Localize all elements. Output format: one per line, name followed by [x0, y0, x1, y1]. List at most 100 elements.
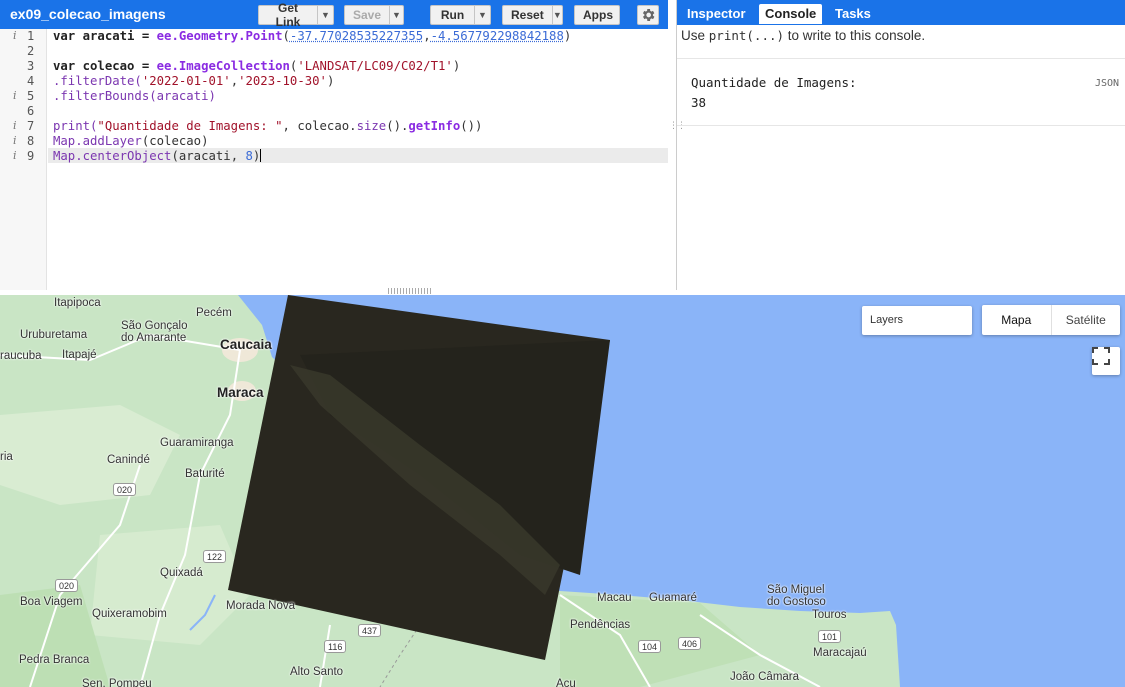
tab-inspector[interactable]: Inspector: [681, 4, 752, 24]
gutter-line: i9: [0, 149, 47, 164]
road-shield: 437: [358, 624, 382, 637]
code-token: Map.centerObject: [53, 149, 172, 163]
road-shield: 406: [678, 637, 702, 650]
road-shield: 020: [113, 483, 137, 496]
place-label: Maraca: [217, 385, 264, 400]
right-panel: Inspector Console Tasks Use print(...) t…: [676, 0, 1125, 290]
place-label: Morada Nova: [226, 600, 296, 612]
console-hint: Use print(...) to write to this console.: [681, 28, 925, 43]
code-token: .filterBounds(aracati): [53, 89, 216, 103]
fullscreen-icon: [1092, 347, 1110, 365]
vertical-resize-handle[interactable]: ⋮⋮: [669, 120, 686, 134]
place-label: Uruburetama: [20, 329, 88, 341]
gutter-line: 2: [0, 44, 47, 59]
map-canvas: [0, 295, 900, 687]
run-button[interactable]: Run ▼: [430, 5, 491, 25]
script-name[interactable]: ex09_colecao_imagens: [10, 6, 166, 22]
save-label: Save: [353, 8, 382, 22]
code-token: var aracati =: [53, 29, 157, 43]
reset-button[interactable]: Reset ▼: [502, 5, 563, 25]
map-type-satelite[interactable]: Satélite: [1052, 305, 1121, 335]
chevron-down-icon[interactable]: ▼: [551, 6, 562, 24]
place-label: Maracajaú: [813, 647, 867, 659]
top-panels: ex09_colecao_imagens Get Link ▼ Save ▼ R…: [0, 0, 1125, 294]
settings-button[interactable]: [637, 5, 659, 25]
code-token: , colecao.: [282, 119, 357, 133]
horizontal-resize-handle[interactable]: [388, 288, 432, 294]
info-icon[interactable]: i: [13, 119, 17, 132]
code-token: (aracati,: [171, 149, 246, 163]
code-token: ee.ImageCollection: [156, 59, 290, 73]
code-token: ()): [460, 119, 483, 133]
place-label: Acu: [556, 678, 576, 687]
code-line-9[interactable]: Map.centerObject(aracati, 8): [53, 149, 262, 164]
code-line-1[interactable]: var aracati = ee.Geometry.Point(-37.7702…: [53, 29, 571, 44]
get-link-label: Get Link: [275, 1, 301, 29]
gutter-line: i5: [0, 89, 47, 104]
tab-console[interactable]: Console: [759, 4, 823, 24]
code-token: '2022-01-01': [141, 74, 231, 88]
map-type-mapa[interactable]: Mapa: [982, 305, 1052, 335]
gutter-line: 6: [0, 104, 47, 119]
code-line-5[interactable]: .filterBounds(aracati): [53, 89, 216, 104]
map-type-toggle: Mapa Satélite: [982, 305, 1120, 335]
code-line-7[interactable]: print("Quantidade de Imagens: ", colecao…: [53, 119, 482, 134]
code-token: ,: [230, 74, 239, 88]
tab-tasks[interactable]: Tasks: [829, 4, 877, 24]
place-label: Caucaia: [220, 337, 272, 352]
code-area[interactable]: i1 2 3 4 i5 6 i7 i8 i9 var aracati = ee.…: [0, 29, 668, 290]
layers-control[interactable]: Layers: [862, 306, 972, 335]
apps-button[interactable]: Apps: [574, 5, 620, 25]
code-token: 8: [245, 149, 253, 163]
code-token: getInfo: [408, 119, 461, 133]
road-shield: 122: [203, 550, 227, 563]
json-button[interactable]: JSON: [1095, 78, 1119, 89]
chevron-down-icon[interactable]: ▼: [474, 6, 490, 24]
code-token: size: [356, 119, 387, 133]
code-token: ): [452, 59, 461, 73]
console-output-label: Quantidade de Imagens:: [691, 75, 857, 90]
place-label: do Amarante: [121, 332, 187, 344]
place-label: do Gostoso: [767, 596, 826, 608]
code-token: ,: [423, 29, 431, 43]
info-icon[interactable]: i: [13, 134, 17, 147]
info-icon[interactable]: i: [13, 149, 17, 162]
place-label: Touros: [812, 609, 847, 621]
line-number: 1: [27, 29, 35, 43]
place-label: Pecém: [196, 307, 232, 319]
gutter-line: 3: [0, 59, 47, 74]
get-link-button[interactable]: Get Link ▼: [258, 1, 334, 29]
code-line-8[interactable]: Map.addLayer(colecao): [53, 134, 208, 149]
code-token: (colecao): [141, 134, 209, 148]
chevron-down-icon[interactable]: ▼: [389, 6, 403, 24]
code-token: -4.567792298842188: [430, 29, 564, 43]
line-number: 5: [27, 89, 35, 103]
road-shield: 101: [818, 630, 842, 643]
info-icon[interactable]: i: [13, 89, 17, 102]
layers-label: Layers: [870, 314, 904, 326]
fullscreen-button[interactable]: [1092, 347, 1120, 375]
save-button[interactable]: Save ▼: [344, 5, 404, 25]
code-token: (: [282, 29, 290, 43]
info-icon[interactable]: i: [13, 29, 17, 42]
code-token: -37.77028535227355: [289, 29, 424, 43]
place-label: Itapajé: [62, 349, 97, 361]
code-line-3[interactable]: var colecao = ee.ImageCollection('LANDSA…: [53, 59, 460, 74]
code-line-4[interactable]: .filterDate('2022-01-01','2023-10-30'): [53, 74, 334, 89]
line-number: 8: [27, 134, 35, 148]
gutter-line: 4: [0, 74, 47, 89]
apps-label: Apps: [583, 8, 613, 22]
hint-code: print(...): [708, 28, 785, 43]
chevron-down-icon[interactable]: ▼: [317, 6, 333, 24]
place-label: São Gonçalo: [121, 320, 188, 332]
panel-tabs: Inspector Console Tasks: [677, 0, 1125, 25]
hint-text: to write to this console.: [784, 28, 926, 43]
road-shield: 104: [638, 640, 662, 653]
code-token: ().: [386, 119, 409, 133]
road-shield: 116: [324, 640, 347, 653]
map-view[interactable]: Itapipoca Pecém Uruburetama São Gonçalo …: [0, 295, 1125, 687]
gutter-line: i8: [0, 134, 47, 149]
line-number: 3: [27, 59, 35, 73]
line-number: 4: [27, 74, 35, 88]
code-token: Map.addLayer: [53, 134, 142, 148]
